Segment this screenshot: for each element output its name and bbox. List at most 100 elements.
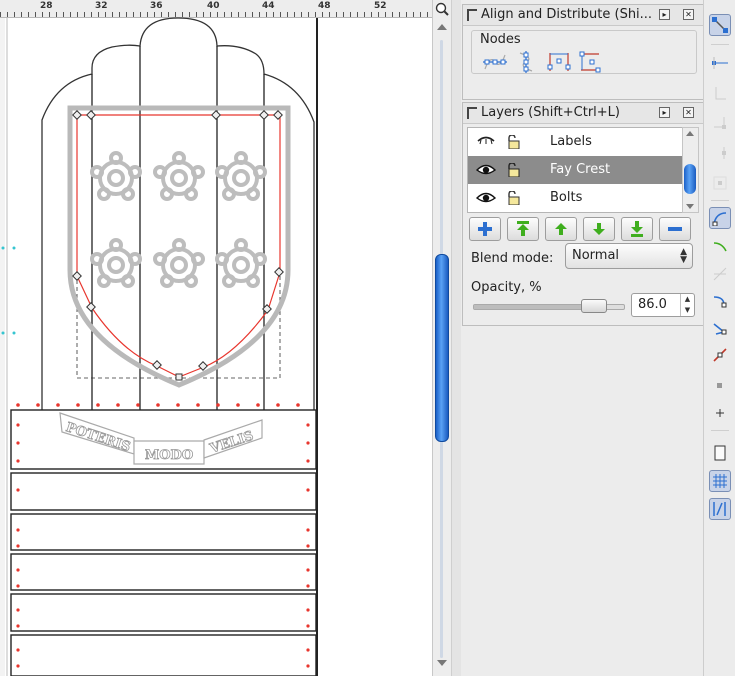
- motto-scroll: POTERIS MODO VELIS: [59, 412, 263, 465]
- snap-grid-button[interactable]: [709, 470, 731, 492]
- spin-arrows-icon[interactable]: ▲ ▼: [680, 294, 694, 316]
- close-icon[interactable]: ✕: [683, 9, 694, 20]
- snap-intersection-icon: [713, 267, 727, 281]
- snap-smooth-nodes-button[interactable]: [709, 317, 731, 339]
- snap-path-icon: [713, 242, 727, 252]
- unlocked-icon[interactable]: [506, 191, 520, 205]
- layer-name: Fay Crest: [550, 162, 611, 177]
- snap-cusp-icon: [713, 296, 727, 308]
- snap-toggle-button[interactable]: [709, 14, 731, 36]
- arrow-top-icon: [517, 221, 529, 236]
- layers-panel-icon: [467, 107, 477, 119]
- zoom-icon: [435, 2, 449, 16]
- layers-panel-title: Layers (Shift+Ctrl+L): [481, 105, 621, 120]
- layers-panel: Layers (Shift+Ctrl+L) ▸ ✕ Labels Fay Cre…: [462, 102, 705, 326]
- layer-name: Bolts: [550, 190, 583, 205]
- toolbar-separator: [711, 200, 729, 201]
- nodes-section: Nodes: [471, 30, 697, 74]
- snap-object-center-icon: [717, 383, 722, 388]
- snap-bbox-edge-icon: [715, 87, 726, 100]
- opacity-slider-fill: [474, 305, 594, 309]
- align-panel-header[interactable]: Align and Distribute (Shi... ▸ ✕: [463, 5, 704, 26]
- scroll-thumb[interactable]: [435, 254, 449, 442]
- unlocked-icon[interactable]: [506, 163, 520, 177]
- eye-closed-icon[interactable]: [476, 136, 496, 148]
- grid-icon: [713, 474, 727, 488]
- snap-bbox-midpoint-button[interactable]: [709, 142, 731, 164]
- scroll-up-icon[interactable]: [437, 24, 447, 30]
- scroll-down-icon[interactable]: [437, 660, 447, 666]
- unlocked-icon[interactable]: [506, 135, 520, 149]
- opacity-value: 86.0: [638, 297, 667, 312]
- align-panel-icon: [467, 9, 477, 21]
- drawing-canvas[interactable]: 28 32 36 40 44 48 52 POTERIS MODO VELIS: [0, 0, 432, 676]
- snap-bbox-edge-button[interactable]: [709, 82, 731, 104]
- layer-row[interactable]: Fay Crest: [468, 156, 684, 184]
- layer-row[interactable]: Bolts: [468, 184, 684, 212]
- motto-word: MODO: [145, 448, 193, 463]
- arrow-down-icon: [593, 223, 605, 235]
- eye-open-icon[interactable]: [476, 164, 496, 176]
- bolt-dots: [16, 403, 300, 407]
- lower-layer-button[interactable]: [583, 217, 615, 241]
- snap-line-midpoint-button[interactable]: [709, 344, 731, 366]
- arrow-bottom-icon: [631, 221, 643, 237]
- snap-bbox-button[interactable]: [709, 52, 731, 74]
- snap-bbox-center-button[interactable]: [709, 172, 731, 194]
- add-layer-button[interactable]: [469, 217, 501, 241]
- raise-layer-to-top-button[interactable]: [507, 217, 539, 241]
- updown-icon: ▲ ▼: [680, 247, 687, 265]
- toolbar-separator: [711, 44, 729, 45]
- align-nodes-horizontal-icon[interactable]: [482, 51, 508, 73]
- layers-scroll-thumb[interactable]: [684, 164, 696, 194]
- distribute-nodes-horizontal-icon[interactable]: [546, 51, 572, 73]
- panel-menu-icon[interactable]: ▸: [659, 9, 670, 20]
- snap-path-button[interactable]: [709, 236, 731, 258]
- snap-toggle-icon: [712, 17, 728, 33]
- layers-panel-header[interactable]: Layers (Shift+Ctrl+L) ▸ ✕: [463, 103, 704, 124]
- snap-rotation-center-button[interactable]: [709, 400, 731, 422]
- layer-name: Labels: [550, 134, 592, 149]
- distribute-nodes-vertical-icon[interactable]: [578, 51, 604, 73]
- layers-scrollbar[interactable]: [682, 127, 699, 213]
- opacity-slider[interactable]: [473, 299, 625, 313]
- blend-mode-select[interactable]: Normal ▲ ▼: [565, 243, 693, 269]
- scroll-down-icon[interactable]: [686, 204, 694, 209]
- snap-bbox-corner-button[interactable]: [709, 112, 731, 134]
- zoom-corner-button[interactable]: [432, 0, 451, 18]
- snap-page-border-button[interactable]: [709, 442, 731, 464]
- snap-guide-button[interactable]: [709, 498, 731, 520]
- snap-object-center-button[interactable]: [709, 372, 731, 394]
- dock-splitter[interactable]: [451, 0, 461, 676]
- layer-row[interactable]: Labels: [468, 128, 684, 156]
- drawing-artwork[interactable]: POTERIS MODO VELIS: [0, 0, 432, 676]
- delete-layer-button[interactable]: [659, 217, 691, 241]
- align-distribute-panel: Align and Distribute (Shi... ▸ ✕ Nodes: [462, 4, 705, 100]
- align-nodes-vertical-icon[interactable]: [514, 51, 540, 73]
- opacity-slider-thumb[interactable]: [580, 299, 607, 313]
- blend-mode-label: Blend mode:: [471, 251, 554, 266]
- snap-toolbar: [703, 0, 735, 676]
- align-panel-title: Align and Distribute (Shi...: [481, 7, 653, 22]
- page-icon: [714, 445, 726, 461]
- guide-marker: [12, 331, 16, 335]
- close-icon[interactable]: ✕: [683, 107, 694, 118]
- snap-cusp-nodes-button[interactable]: [709, 290, 731, 312]
- gauntlet-outline: [41, 17, 315, 410]
- snap-path-intersection-button[interactable]: [709, 263, 731, 285]
- scroll-up-icon[interactable]: [686, 131, 694, 136]
- guide-marker: [1, 246, 5, 250]
- snap-midpoint-icon: [713, 348, 727, 362]
- canvas-vertical-scrollbar[interactable]: [432, 18, 451, 676]
- layers-list: Labels Fay Crest Bolts: [467, 127, 685, 213]
- eye-open-icon[interactable]: [476, 192, 496, 204]
- snap-bbox-midpoint-icon: [722, 147, 726, 159]
- panel-menu-icon[interactable]: ▸: [659, 107, 670, 118]
- toolbar-separator: [711, 430, 729, 431]
- snap-nodes-button[interactable]: [709, 207, 731, 229]
- raise-layer-button[interactable]: [545, 217, 577, 241]
- opacity-spinbox[interactable]: 86.0 ▲ ▼: [631, 293, 695, 317]
- snap-bbox-icon: [712, 57, 728, 69]
- roses-group: [90, 151, 267, 288]
- lower-layer-to-bottom-button[interactable]: [621, 217, 653, 241]
